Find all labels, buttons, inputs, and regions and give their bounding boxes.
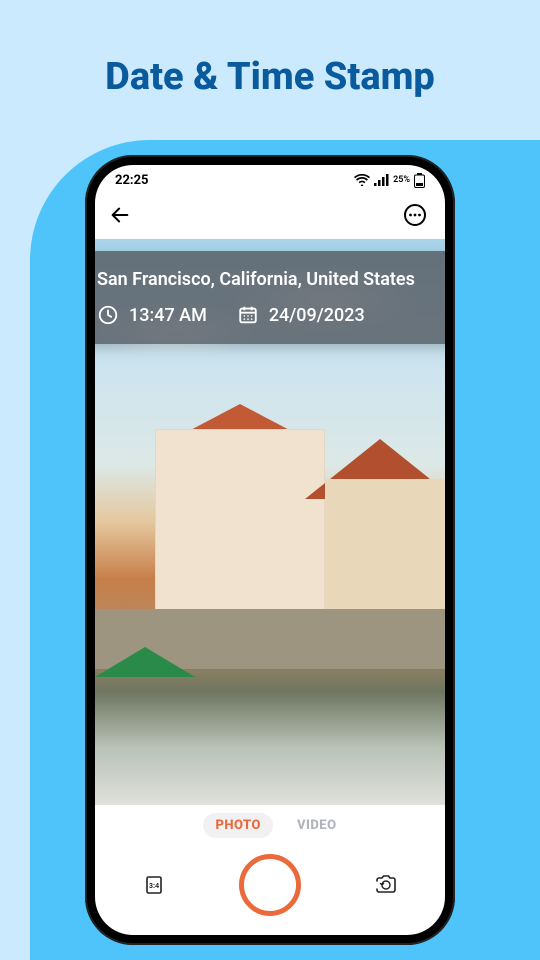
shutter-button[interactable] [239,854,301,916]
battery-pct: 25% [393,175,410,185]
camera-viewfinder[interactable]: San Francisco, California, United States… [95,239,445,805]
back-button[interactable] [109,204,131,230]
stamp-date: 24/09/2023 [237,304,365,326]
svg-text:3:4: 3:4 [149,883,159,890]
stamp-time-text: 13:47 AM [129,305,207,326]
status-indicators: 25% [354,173,425,188]
phone-frame: 22:25 25% San Fran [85,155,455,945]
photo-building [155,429,325,619]
arrow-left-icon [109,204,131,226]
calendar-icon [237,304,259,326]
battery-icon [414,173,425,188]
switch-camera-button[interactable] [372,871,400,899]
app-topbar [95,195,445,239]
switch-camera-icon [373,873,399,897]
page-title: Date & Time Stamp [0,0,540,99]
mode-video[interactable]: VIDEO [297,818,337,833]
timestamp-overlay: San Francisco, California, United States… [95,251,445,344]
aspect-ratio-button[interactable]: 3:4 [140,871,168,899]
aspect-ratio-icon: 3:4 [142,873,166,897]
stamp-time: 13:47 AM [97,304,207,326]
status-bar: 22:25 25% [95,165,445,195]
mode-photo[interactable]: PHOTO [203,813,273,838]
wifi-icon [354,174,370,186]
signal-icon [374,174,389,186]
more-button[interactable] [403,203,427,231]
stamp-row: 13:47 AM 24/09/2023 [97,304,443,326]
more-horizontal-icon [403,203,427,227]
phone-screen: 22:25 25% San Fran [95,165,445,935]
mode-selector: PHOTO VIDEO [95,805,445,845]
status-time: 22:25 [115,173,149,188]
stamp-date-text: 24/09/2023 [269,305,365,326]
clock-icon [97,304,119,326]
camera-controls: 3:4 [95,845,445,935]
stamp-location: San Francisco, California, United States [97,269,443,290]
photo-building-2 [325,479,445,619]
